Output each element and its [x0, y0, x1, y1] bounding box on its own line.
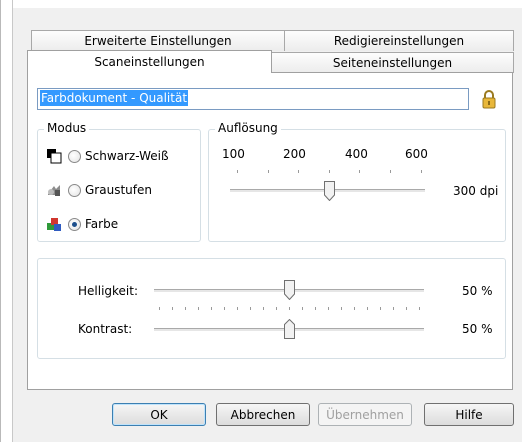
padlock-icon[interactable] — [480, 88, 498, 110]
resolution-scale-100: 100 — [222, 147, 245, 161]
adjustment-tick — [315, 307, 316, 310]
resolution-tick — [237, 170, 238, 173]
adjustment-tick — [185, 307, 186, 310]
contrast-value: 50 % — [462, 322, 493, 336]
adjustment-tick — [289, 307, 290, 310]
cancel-button[interactable]: Abbrechen — [216, 403, 310, 426]
mode-group-title: Modus — [44, 121, 90, 135]
apply-button: Übernehmen — [318, 403, 412, 426]
adjustment-tick — [237, 307, 238, 310]
radio-grayscale[interactable] — [68, 183, 81, 197]
tab-erweiterte-einstellungen[interactable]: Erweiterte Einstellungen — [31, 30, 285, 51]
adjustment-tick — [159, 307, 160, 310]
mode-option-color[interactable]: Farbe — [46, 216, 118, 232]
black-white-icon — [47, 149, 62, 164]
mode-group: Modus Schwarz-Weiß Graustufen Farbe — [37, 121, 201, 242]
adjustment-tick — [341, 307, 342, 310]
adjustment-tick — [328, 307, 329, 310]
preset-name-field[interactable]: Farbdokument - Qualität — [37, 88, 469, 110]
adjustment-tick — [172, 307, 173, 310]
adjustment-tick — [367, 307, 368, 310]
preset-name-text: Farbdokument - Qualität — [40, 90, 189, 106]
scanner-settings-window: Erweiterte Einstellungen Redigiereinstel… — [0, 0, 522, 442]
adjustment-tick — [354, 307, 355, 310]
contrast-label: Kontrast: — [78, 322, 133, 336]
top-edge — [1, 0, 522, 8]
adjustment-tick — [380, 307, 381, 310]
ok-button[interactable]: OK — [112, 403, 206, 426]
resolution-scale-400: 400 — [345, 147, 368, 161]
resolution-tick — [268, 170, 269, 173]
adjustment-tick — [276, 307, 277, 310]
adjustment-tick — [224, 307, 225, 310]
left-edge — [1, 0, 13, 442]
resolution-value: 300 dpi — [453, 184, 499, 198]
tab-scaneinstellungen[interactable]: Scaneinstellungen — [27, 50, 272, 73]
resolution-tick — [298, 170, 299, 173]
adjustment-tick — [198, 307, 199, 310]
resolution-tick — [329, 170, 330, 173]
resolution-tick — [421, 170, 422, 173]
help-button[interactable]: Hilfe — [424, 403, 514, 426]
adjustment-tick — [211, 307, 212, 310]
mode-option-black-white[interactable]: Schwarz-Weiß — [46, 148, 169, 164]
adjustment-group: Helligkeit: 50 % Kontrast: 50 % — [37, 258, 506, 359]
mode-label-color: Farbe — [85, 217, 119, 231]
brightness-value: 50 % — [462, 284, 493, 298]
resolution-slider-thumb[interactable] — [324, 181, 335, 201]
brightness-slider-thumb[interactable] — [283, 280, 295, 300]
adjustment-tick — [250, 307, 251, 310]
resolution-group: Auflösung 100 200 400 600 300 dpi — [208, 121, 506, 242]
adjustment-tick — [302, 307, 303, 310]
resolution-group-title: Auflösung — [215, 121, 281, 135]
color-icon — [47, 218, 61, 231]
tab-redigiereinstellungen[interactable]: Redigiereinstellungen — [284, 30, 514, 51]
resolution-tick — [390, 170, 391, 173]
resolution-scale-600: 600 — [405, 147, 428, 161]
resolution-scale-200: 200 — [283, 147, 306, 161]
brightness-label: Helligkeit: — [78, 284, 139, 298]
adjustment-tick — [393, 307, 394, 310]
resolution-tick — [359, 170, 360, 173]
tab-seiteneinstellungen[interactable]: Seiteneinstellungen — [271, 52, 514, 73]
radio-color[interactable] — [68, 217, 81, 231]
mode-option-grayscale[interactable]: Graustufen — [46, 182, 152, 198]
contrast-slider-thumb[interactable] — [283, 319, 295, 339]
mode-label-black-white: Schwarz-Weiß — [85, 149, 169, 163]
adjustment-tick — [263, 307, 264, 310]
adjustment-tick — [419, 307, 420, 310]
radio-black-white[interactable] — [68, 149, 81, 163]
grayscale-icon — [48, 185, 60, 196]
adjustment-tick — [406, 307, 407, 310]
mode-label-grayscale: Graustufen — [85, 183, 152, 197]
